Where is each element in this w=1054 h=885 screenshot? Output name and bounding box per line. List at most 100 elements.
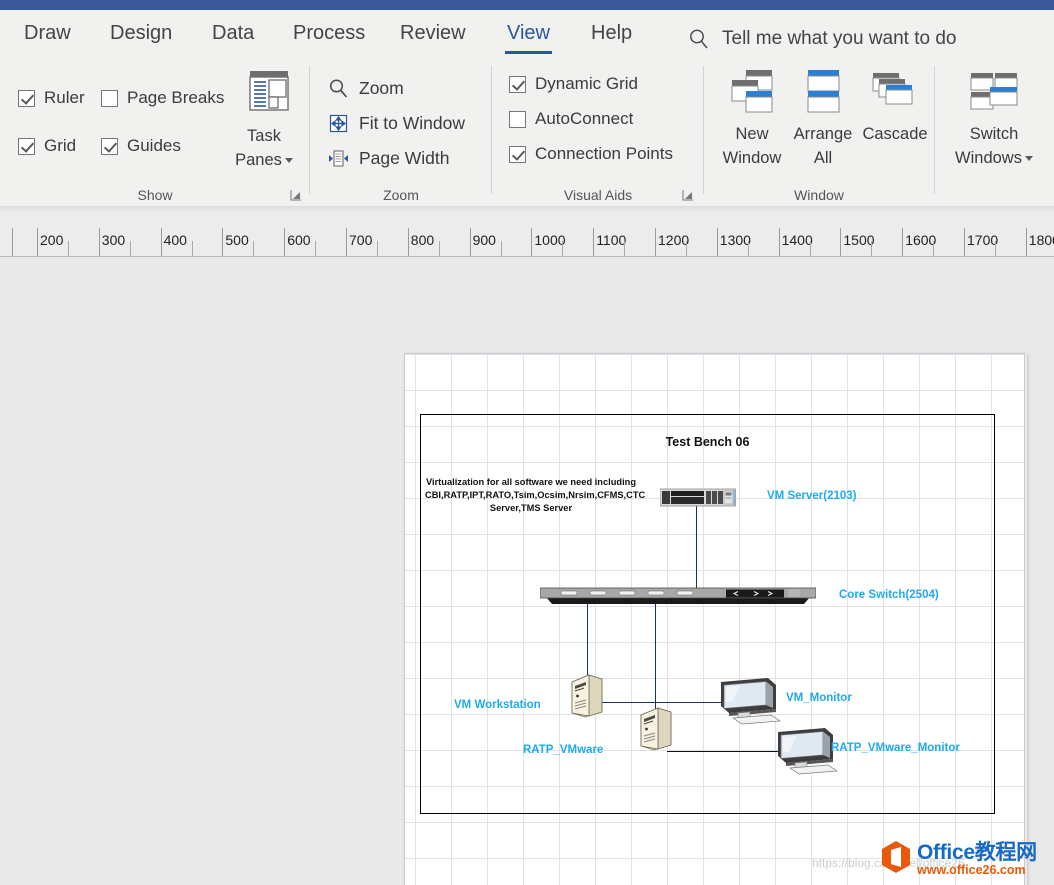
tab-view[interactable]: View — [505, 22, 552, 45]
ruler-label: 300 — [102, 232, 125, 248]
checkbox-ruler[interactable]: Ruler — [18, 88, 85, 108]
tell-me-box[interactable]: Tell me what you want to do — [688, 28, 956, 50]
connector-switch-to-ratp-vmware[interactable] — [655, 599, 656, 719]
virtualization-note[interactable]: Virtualization for all software we need … — [425, 476, 637, 515]
chevron-down-icon-2[interactable] — [1025, 156, 1033, 161]
fit-to-window-label: Fit to Window — [359, 113, 465, 134]
vm-server-label[interactable]: VM Server(2103) — [767, 490, 857, 502]
checkbox-guides-label: Guides — [127, 136, 181, 156]
ruler-major-tick — [470, 228, 471, 257]
ruler-minor-tick — [810, 241, 811, 257]
ruler-major-tick — [964, 228, 965, 257]
ruler-major-tick — [1026, 228, 1027, 257]
page-width-command[interactable]: Page Width — [328, 148, 449, 169]
vm-monitor-label[interactable]: VM_Monitor — [786, 692, 852, 704]
vm-workstation-label[interactable]: VM Workstation — [454, 699, 541, 711]
new-window-label-line2: Window — [713, 146, 791, 170]
ruler-minor-tick — [501, 241, 502, 257]
ruler-major-tick — [346, 228, 347, 257]
ruler-label: 200 — [40, 232, 63, 248]
connector-workstation-to-vm-monitor[interactable] — [598, 702, 735, 703]
ruler-label: 1500 — [843, 232, 874, 248]
switch-windows-label-line2: Windows — [949, 146, 1039, 170]
vm-monitor-shape[interactable] — [716, 676, 784, 731]
core-switch-shape[interactable] — [540, 585, 816, 610]
tab-design[interactable]: Design — [108, 22, 174, 45]
tab-draw[interactable]: Draw — [22, 22, 73, 45]
new-window-button[interactable]: New Window — [713, 66, 791, 170]
tell-me-label: Tell me what you want to do — [722, 28, 956, 50]
checkbox-page-breaks-label: Page Breaks — [127, 88, 224, 108]
ruler-label: 1600 — [905, 232, 936, 248]
ruler-minor-tick — [253, 241, 254, 257]
watermark-text: Office教程网 www.office26.com — [917, 842, 1037, 877]
ruler-major-tick — [161, 228, 162, 257]
ratp-vmware-shape[interactable] — [639, 707, 673, 756]
task-panes-button[interactable]: Task Panes — [225, 68, 303, 172]
group-separator-4 — [934, 66, 935, 194]
checkbox-autoconnect[interactable]: AutoConnect — [509, 109, 633, 129]
drawing-page[interactable]: Test Bench 06 Virtualization for all sof… — [404, 353, 1025, 885]
tab-help[interactable]: Help — [589, 22, 634, 45]
switch-windows-button[interactable]: Switch Windows — [949, 66, 1039, 170]
checkbox-grid[interactable]: Grid — [18, 136, 76, 156]
ruler-minor-tick — [933, 241, 934, 257]
ruler-major-tick — [655, 228, 656, 257]
ribbon-group-visual-aids: Dynamic Grid AutoConnect Connection Poin… — [492, 60, 704, 206]
checkbox-grid-box[interactable] — [18, 138, 35, 155]
ruler-label: 1000 — [534, 232, 565, 248]
ruler-minor-tick — [130, 241, 131, 257]
ratp-vmware-label[interactable]: RATP_VMware — [523, 744, 603, 756]
task-panes-label-line1: Task — [225, 124, 303, 148]
checkbox-guides[interactable]: Guides — [101, 136, 181, 156]
magnifier-icon — [328, 78, 349, 99]
checkbox-page-breaks-box[interactable] — [101, 90, 118, 107]
checkbox-dynamic-grid-box[interactable] — [509, 76, 526, 93]
ruler-major-tick — [840, 228, 841, 257]
ruler-label: 700 — [349, 232, 372, 248]
checkbox-page-breaks[interactable]: Page Breaks — [101, 88, 224, 108]
connector-server-to-switch[interactable] — [696, 504, 697, 594]
checkbox-dynamic-grid-label: Dynamic Grid — [535, 74, 638, 94]
checkbox-ruler-box[interactable] — [18, 90, 35, 107]
ruler-label: 1100 — [596, 232, 626, 248]
connector-ratp-to-ratp-monitor[interactable] — [667, 751, 783, 752]
ruler-label: 600 — [287, 232, 310, 248]
ribbon-group-window: New Window Arrange All — [704, 60, 1054, 206]
chevron-down-icon[interactable] — [285, 158, 293, 163]
fit-to-window-command[interactable]: Fit to Window — [328, 113, 465, 134]
test-bench-container[interactable]: Test Bench 06 — [420, 414, 995, 814]
ribbon-group-show: Ruler Page Breaks Grid Guides — [0, 60, 310, 206]
arrange-all-icon — [795, 66, 851, 118]
ratp-vmware-monitor-label[interactable]: RATP_VMware_Monitor — [831, 742, 960, 754]
checkbox-autoconnect-box[interactable] — [509, 111, 526, 128]
cascade-label-line1: Cascade — [856, 122, 934, 146]
ruler-major-tick — [37, 228, 38, 257]
checkbox-ruler-label: Ruler — [44, 88, 85, 108]
task-panes-label-line2: Panes — [225, 148, 303, 172]
ribbon-tab-bar: Draw Design Data Process Review View Hel… — [0, 10, 1054, 60]
core-switch-label[interactable]: Core Switch(2504) — [839, 589, 939, 601]
checkbox-dynamic-grid[interactable]: Dynamic Grid — [509, 74, 638, 94]
zoom-command[interactable]: Zoom — [328, 78, 404, 99]
tab-review[interactable]: Review — [398, 22, 468, 45]
tab-data[interactable]: Data — [210, 22, 256, 45]
tab-process[interactable]: Process — [291, 22, 367, 45]
switch-windows-icon — [966, 66, 1022, 118]
vm-server-shape[interactable] — [660, 487, 736, 514]
drawing-canvas[interactable]: Test Bench 06 Virtualization for all sof… — [0, 257, 1054, 885]
arrange-all-button[interactable]: Arrange All — [784, 66, 862, 170]
cascade-button[interactable]: Cascade — [856, 66, 934, 146]
checkbox-connection-points[interactable]: Connection Points — [509, 144, 673, 164]
ribbon-group-zoom: Zoom — [310, 60, 492, 206]
checkbox-connection-points-box[interactable] — [509, 146, 526, 163]
ruler-major-tick — [902, 228, 903, 257]
vm-workstation-shape[interactable] — [570, 674, 604, 723]
group-label-zoom: Zoom — [310, 187, 492, 203]
connector-switch-to-workstation[interactable] — [587, 599, 588, 686]
horizontal-ruler[interactable]: 0200300400500600700800900100011001200130… — [0, 214, 1054, 257]
ruler-label: 500 — [225, 232, 248, 248]
checkbox-grid-label: Grid — [44, 136, 76, 156]
ruler-major-tick — [284, 228, 285, 257]
checkbox-guides-box[interactable] — [101, 138, 118, 155]
